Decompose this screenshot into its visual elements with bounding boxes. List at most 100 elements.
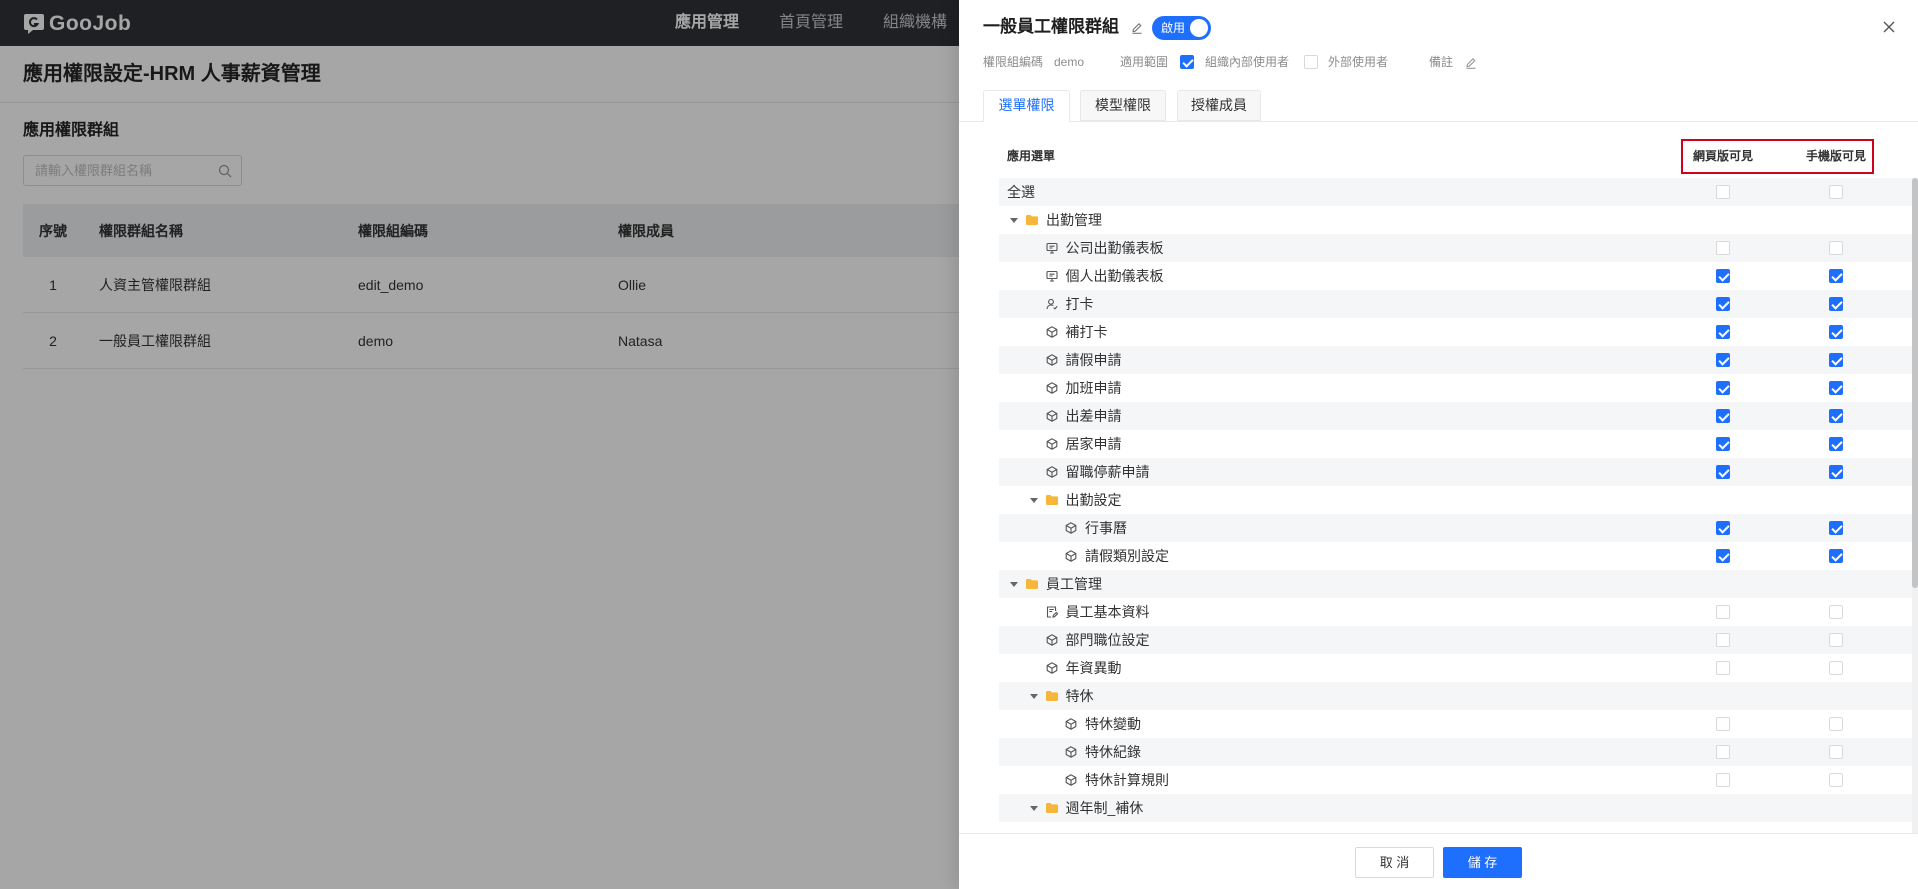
menu-item-row: 打卡	[999, 290, 1912, 318]
group-code-value: demo	[1054, 55, 1085, 69]
mobile-visible-checkbox[interactable]	[1829, 297, 1843, 311]
cube-icon	[1046, 466, 1058, 478]
web-visible-checkbox[interactable]	[1716, 269, 1730, 283]
status-toggle-label: 啟用	[1161, 21, 1186, 35]
web-visible-checkbox[interactable]	[1716, 549, 1730, 563]
menu-item-label: 出差申請	[1065, 408, 1122, 424]
cancel-button[interactable]: 取 消	[1355, 847, 1434, 878]
mobile-visible-checkbox[interactable]	[1829, 241, 1843, 255]
mobile-visible-checkbox[interactable]	[1829, 269, 1843, 283]
mobile-visible-checkbox[interactable]	[1829, 353, 1843, 367]
folder-icon	[1045, 691, 1058, 701]
mobile-visible-checkbox[interactable]	[1829, 745, 1843, 759]
web-visible-checkbox[interactable]	[1716, 381, 1730, 395]
scrollbar-thumb[interactable]	[1912, 178, 1918, 588]
mobile-visible-checkbox[interactable]	[1829, 605, 1843, 619]
tab-label: 授權成員	[1191, 97, 1247, 113]
menu-item-row: 特休紀錄	[999, 738, 1912, 766]
menu-folder-label: 特休	[1065, 688, 1094, 704]
cube-icon	[1065, 774, 1077, 786]
caret-down-icon[interactable]	[1029, 806, 1038, 811]
dashboard-icon	[1045, 242, 1058, 254]
menu-folder-row: 出勤設定	[999, 486, 1912, 514]
web-visible-checkbox[interactable]	[1716, 353, 1730, 367]
mobile-visible-checkbox[interactable]	[1829, 409, 1843, 423]
tab-menu-permissions[interactable]: 選單權限	[983, 90, 1070, 122]
external-users-checkbox[interactable]	[1304, 55, 1318, 69]
web-visible-checkbox[interactable]	[1716, 437, 1730, 451]
user-check-icon	[1045, 298, 1058, 310]
drawer-title: 一般員工權限群組	[983, 17, 1119, 36]
web-visible-checkbox[interactable]	[1716, 745, 1730, 759]
mobile-visible-checkbox[interactable]	[1829, 325, 1843, 339]
status-toggle[interactable]: 啟用	[1152, 16, 1211, 40]
web-visible-checkbox[interactable]	[1716, 297, 1730, 311]
menu-item-row: 公司出勤儀表板	[999, 234, 1912, 262]
menu-folder-row: 週年制_補休	[999, 794, 1912, 822]
caret-down-icon[interactable]	[1010, 218, 1018, 223]
menu-folder-label: 出勤管理	[1046, 212, 1102, 228]
menu-item-label: 打卡	[1065, 296, 1094, 312]
mobile-visible-checkbox[interactable]	[1829, 633, 1843, 647]
web-visible-checkbox[interactable]	[1716, 717, 1730, 731]
menu-item-row: 留職停薪申請	[999, 458, 1912, 486]
web-visible-checkbox[interactable]	[1716, 661, 1730, 675]
cube-icon	[1046, 634, 1058, 646]
close-icon[interactable]	[1882, 20, 1896, 34]
web-visible-checkbox[interactable]	[1716, 633, 1730, 647]
mobile-visible-checkbox[interactable]	[1829, 661, 1843, 675]
menu-folder-label: 員工管理	[1046, 576, 1102, 592]
web-visible-checkbox[interactable]	[1716, 605, 1730, 619]
menu-item-label: 留職停薪申請	[1065, 464, 1150, 480]
web-visible-checkbox[interactable]	[1716, 325, 1730, 339]
tab-model-permissions[interactable]: 模型權限	[1080, 90, 1166, 121]
menu-item-label: 年資異動	[1065, 660, 1122, 676]
web-visible-checkbox[interactable]	[1716, 521, 1730, 535]
web-visible-checkbox[interactable]	[1716, 409, 1730, 423]
web-visible-checkbox[interactable]	[1716, 773, 1730, 787]
select-all-label[interactable]: 全選	[1007, 178, 1035, 206]
edit-title-pencil-icon[interactable]	[1131, 21, 1143, 34]
folder-icon	[1026, 215, 1038, 225]
menu-item-row: 請假類別設定	[999, 542, 1912, 570]
web-visible-checkbox[interactable]	[1716, 241, 1730, 255]
mobile-visible-checkbox[interactable]	[1829, 717, 1843, 731]
menu-permission-tree: 全選 出勤管理 公司出勤儀表板 個人出勤儀表板 打卡 補打卡 請假申請 加班申請 出差申請 居家申…	[999, 178, 1912, 833]
tab-authorized-members[interactable]: 授權成員	[1177, 90, 1261, 121]
folder-icon	[1026, 579, 1038, 589]
internal-users-checkbox[interactable]	[1180, 55, 1194, 69]
menu-folder-label: 週年制_補休	[1065, 800, 1144, 816]
remark-label: 備註	[1429, 55, 1454, 69]
mobile-visible-checkbox[interactable]	[1829, 465, 1843, 479]
internal-users-label[interactable]: 組織內部使用者	[1205, 54, 1289, 70]
menu-item-row: 年資異動	[999, 654, 1912, 682]
mobile-visible-checkbox[interactable]	[1829, 521, 1843, 535]
web-visible-checkbox[interactable]	[1716, 465, 1730, 479]
tab-label: 選單權限	[998, 97, 1055, 113]
menu-item-label: 員工基本資料	[1065, 604, 1150, 620]
cube-icon	[1065, 550, 1077, 562]
mobile-visible-checkbox[interactable]	[1829, 437, 1843, 451]
menu-item-label: 請假申請	[1065, 352, 1122, 368]
menu-item-row: 出差申請	[999, 402, 1912, 430]
select-all-mobile-visible-checkbox[interactable]	[1829, 185, 1843, 199]
select-all-web-visible-checkbox[interactable]	[1716, 185, 1730, 199]
menu-item-label: 公司出勤儀表板	[1065, 240, 1164, 256]
mobile-visible-checkbox[interactable]	[1829, 549, 1843, 563]
mobile-visible-checkbox[interactable]	[1829, 773, 1843, 787]
external-users-label[interactable]: 外部使用者	[1328, 54, 1388, 70]
scrollbar[interactable]	[1912, 178, 1918, 833]
menu-item-label: 請假類別設定	[1085, 548, 1169, 564]
menu-item-row: 加班申請	[999, 374, 1912, 402]
menu-item-label: 個人出勤儀表板	[1065, 268, 1164, 284]
cube-icon	[1065, 746, 1077, 758]
edit-remark-pencil-icon[interactable]	[1465, 56, 1477, 69]
document-edit-icon	[1046, 606, 1058, 618]
caret-down-icon[interactable]	[1029, 498, 1038, 503]
caret-down-icon[interactable]	[1010, 582, 1018, 587]
caret-down-icon[interactable]	[1029, 694, 1038, 699]
mobile-visible-checkbox[interactable]	[1829, 381, 1843, 395]
permission-group-drawer: 一般員工權限群組 啟用 權限組編碼 demo 適用範圍 組織內部使用者 外部使用…	[959, 0, 1918, 889]
cube-icon	[1046, 326, 1058, 338]
save-button[interactable]: 儲 存	[1443, 847, 1522, 878]
